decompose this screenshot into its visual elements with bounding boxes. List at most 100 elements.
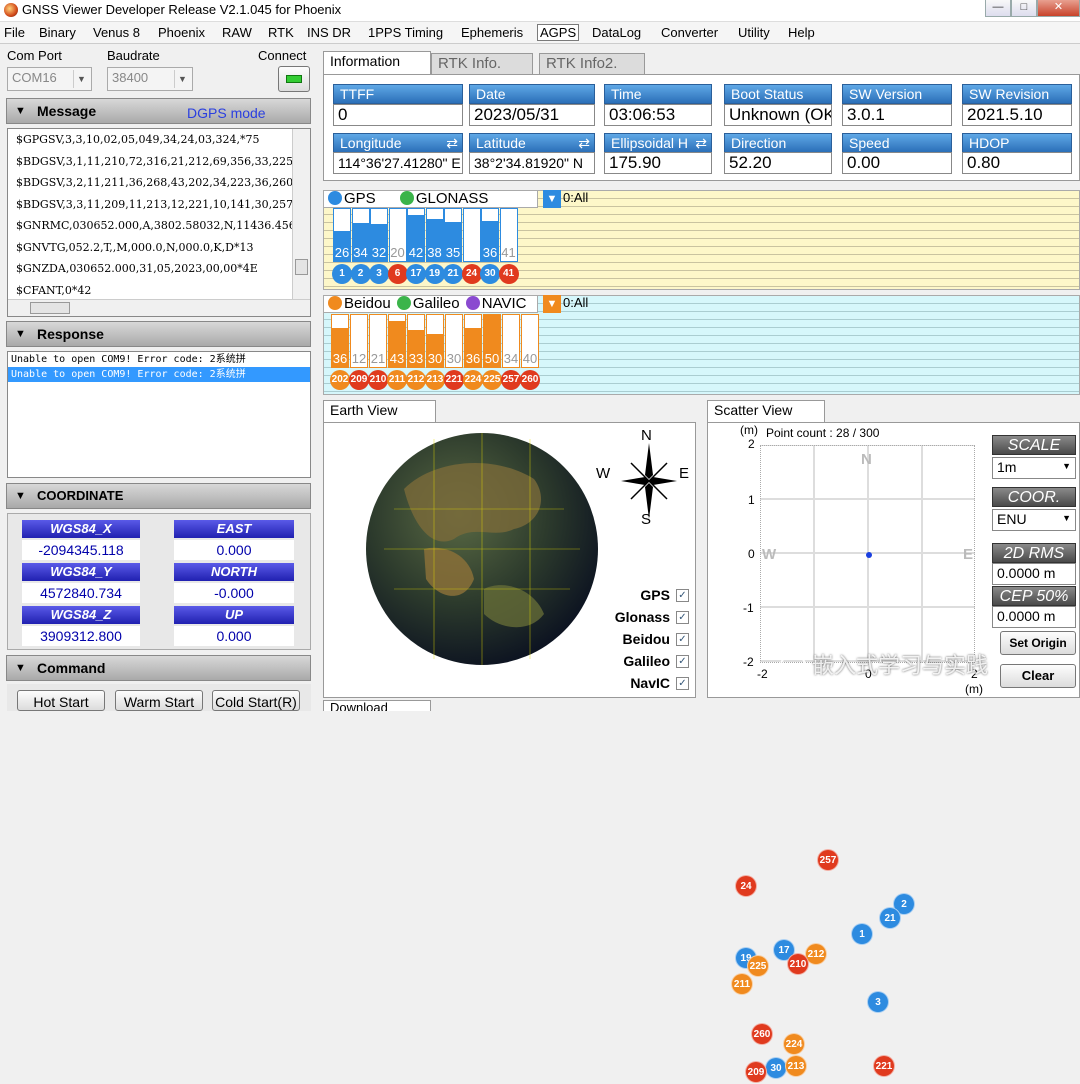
tab-rtk-info[interactable]: RTK Info.: [431, 53, 533, 75]
clear-button[interactable]: Clear: [1000, 664, 1076, 688]
scale-select[interactable]: 1m ▼: [992, 457, 1076, 479]
list-item: $GNZDA,030652.000,31,05,2023,00,00*4E: [16, 262, 258, 275]
cold-start-button[interactable]: Cold Start(R): [212, 690, 300, 711]
menu-utility[interactable]: Utility: [738, 25, 770, 40]
filter-gps-checkbox[interactable]: ✓: [676, 589, 689, 602]
coor-value: ENU: [997, 511, 1027, 527]
gps-filter-dropdown[interactable]: ▼: [543, 190, 561, 208]
scrollbar-thumb[interactable]: [295, 259, 308, 275]
menu-1pps-timing[interactable]: 1PPS Timing: [368, 25, 443, 40]
snr-bar: 43: [388, 314, 406, 368]
scatter-point: [866, 552, 872, 558]
minimize-button[interactable]: —: [985, 0, 1011, 17]
direction-label: Direction: [724, 133, 832, 153]
tab-rtk-info2[interactable]: RTK Info2.: [539, 53, 645, 75]
x-tick: -2: [757, 667, 768, 681]
menu-agps[interactable]: AGPS: [537, 24, 580, 41]
command-section-header[interactable]: ▼ Command: [6, 655, 311, 681]
list-item: Unable to open COM9! Error code: 2系统拼: [11, 354, 246, 365]
prn-badge: 213: [425, 370, 445, 390]
collapse-icon: ▼: [15, 490, 26, 502]
menu-converter[interactable]: Converter: [661, 25, 718, 40]
beidou-filter-dropdown[interactable]: ▼: [543, 295, 561, 313]
com-port-select[interactable]: COM16 ▼: [7, 67, 92, 91]
snr-bar: 12: [350, 314, 368, 368]
response-list[interactable]: Unable to open COM9! Error code: 2系统拼 Un…: [7, 351, 311, 478]
menu-binary[interactable]: Binary: [39, 25, 76, 40]
baudrate-select[interactable]: 38400 ▼: [107, 67, 193, 91]
ellipsoidal-h-label-text: Ellipsoidal H: [611, 135, 689, 151]
y-unit-label: (m): [740, 423, 758, 437]
warm-start-button[interactable]: Warm Start: [115, 690, 203, 711]
chevron-down-icon: ▼: [174, 70, 190, 88]
scrollbar-thumb[interactable]: [30, 302, 70, 314]
message-section-header[interactable]: ▼ Message DGPS mode: [6, 98, 311, 124]
set-origin-button[interactable]: Set Origin: [1000, 631, 1076, 655]
collapse-icon: ▼: [15, 662, 26, 674]
prn-badge: 260: [520, 370, 540, 390]
menu-raw[interactable]: RAW: [222, 25, 252, 40]
refresh-icon[interactable]: ⇄: [446, 135, 458, 152]
date-label: Date: [469, 84, 595, 104]
gps-legend-label: GPS: [344, 190, 376, 207]
menu-file[interactable]: File: [4, 25, 25, 40]
menu-datalog[interactable]: DataLog: [592, 25, 641, 40]
tab-earth-view[interactable]: Earth View: [323, 400, 436, 423]
vertical-scrollbar[interactable]: [292, 129, 310, 299]
refresh-icon[interactable]: ⇄: [695, 135, 707, 152]
snr-value: 36: [332, 351, 348, 366]
refresh-icon[interactable]: ⇄: [578, 135, 590, 152]
navic-legend-icon: [465, 296, 480, 310]
list-item: $BDGSV,3,1,11,210,72,316,21,212,69,356,3…: [16, 154, 308, 168]
filter-beidou-checkbox[interactable]: ✓: [676, 633, 689, 646]
up-value: 0.000: [174, 626, 294, 646]
filter-glonass-checkbox[interactable]: ✓: [676, 611, 689, 624]
snr-value: 43: [389, 351, 405, 366]
tab-download[interactable]: Download: [323, 700, 431, 711]
wgs84-x-label: WGS84_X: [22, 520, 140, 538]
east-label: EAST: [174, 520, 294, 538]
snr-bar: 30: [426, 314, 444, 368]
hdop-value: 0.80: [962, 152, 1072, 174]
list-item: $BDGSV,3,2,11,211,36,268,43,202,34,223,3…: [16, 176, 308, 189]
response-section-header[interactable]: ▼ Response: [6, 321, 311, 347]
filter-galileo-checkbox[interactable]: ✓: [676, 655, 689, 668]
snr-bar: 21: [369, 314, 387, 368]
menu-venus8[interactable]: Venus 8: [93, 25, 140, 40]
tab-scatter-view[interactable]: Scatter View: [707, 400, 825, 423]
list-item: $GPGSV,3,3,10,02,05,049,34,24,03,324,*75: [16, 133, 260, 146]
message-list[interactable]: $GPGSV,3,3,10,02,05,049,34,24,03,324,*75…: [7, 128, 311, 317]
command-header-label: Command: [37, 660, 106, 676]
chevron-down-icon: ▼: [1062, 461, 1071, 471]
north-label: NORTH: [174, 563, 294, 581]
snr-bar: 40: [521, 314, 539, 368]
menu-rtk[interactable]: RTK: [268, 25, 294, 40]
snr-value: 30: [446, 351, 462, 366]
time-value: 03:06:53: [604, 104, 712, 126]
scatter-west-label: W: [762, 546, 777, 563]
menu-ins-dr[interactable]: INS DR: [307, 25, 351, 40]
ellipsoidal-h-value: 175.90: [604, 152, 712, 174]
filter-navic-checkbox[interactable]: ✓: [676, 677, 689, 690]
horizontal-scrollbar[interactable]: [8, 299, 310, 316]
close-button[interactable]: ✕: [1037, 0, 1080, 17]
coordinate-section-header[interactable]: ▼ COORDINATE: [6, 483, 311, 509]
wgs84-x-value: -2094345.118: [22, 540, 140, 560]
list-item: $CFANT,0*42: [16, 283, 92, 297]
tab-information[interactable]: Information: [323, 51, 431, 75]
menu-ephemeris[interactable]: Ephemeris: [461, 25, 523, 40]
connect-button[interactable]: [278, 66, 310, 92]
list-item: $BDGSV,3,3,11,209,11,213,12,221,10,141,3…: [16, 197, 308, 211]
coor-select[interactable]: ENU ▼: [992, 509, 1076, 531]
menu-help[interactable]: Help: [788, 25, 815, 40]
menu-phoenix[interactable]: Phoenix: [158, 25, 205, 40]
longitude-label: Longitude ⇄: [333, 133, 463, 153]
date-value: 2023/05/31: [469, 104, 595, 126]
snr-bar: 35: [444, 208, 462, 262]
baudrate-label: Baudrate: [107, 48, 160, 63]
maximize-button[interactable]: □: [1011, 0, 1037, 17]
prn-badge: 202: [330, 370, 350, 390]
longitude-value: 114°36'27.41280" E: [333, 152, 463, 174]
list-item: $GNVTG,052.2,T,,M,000.0,N,000.0,K,D*13: [16, 240, 254, 254]
hot-start-button[interactable]: Hot Start: [17, 690, 105, 711]
